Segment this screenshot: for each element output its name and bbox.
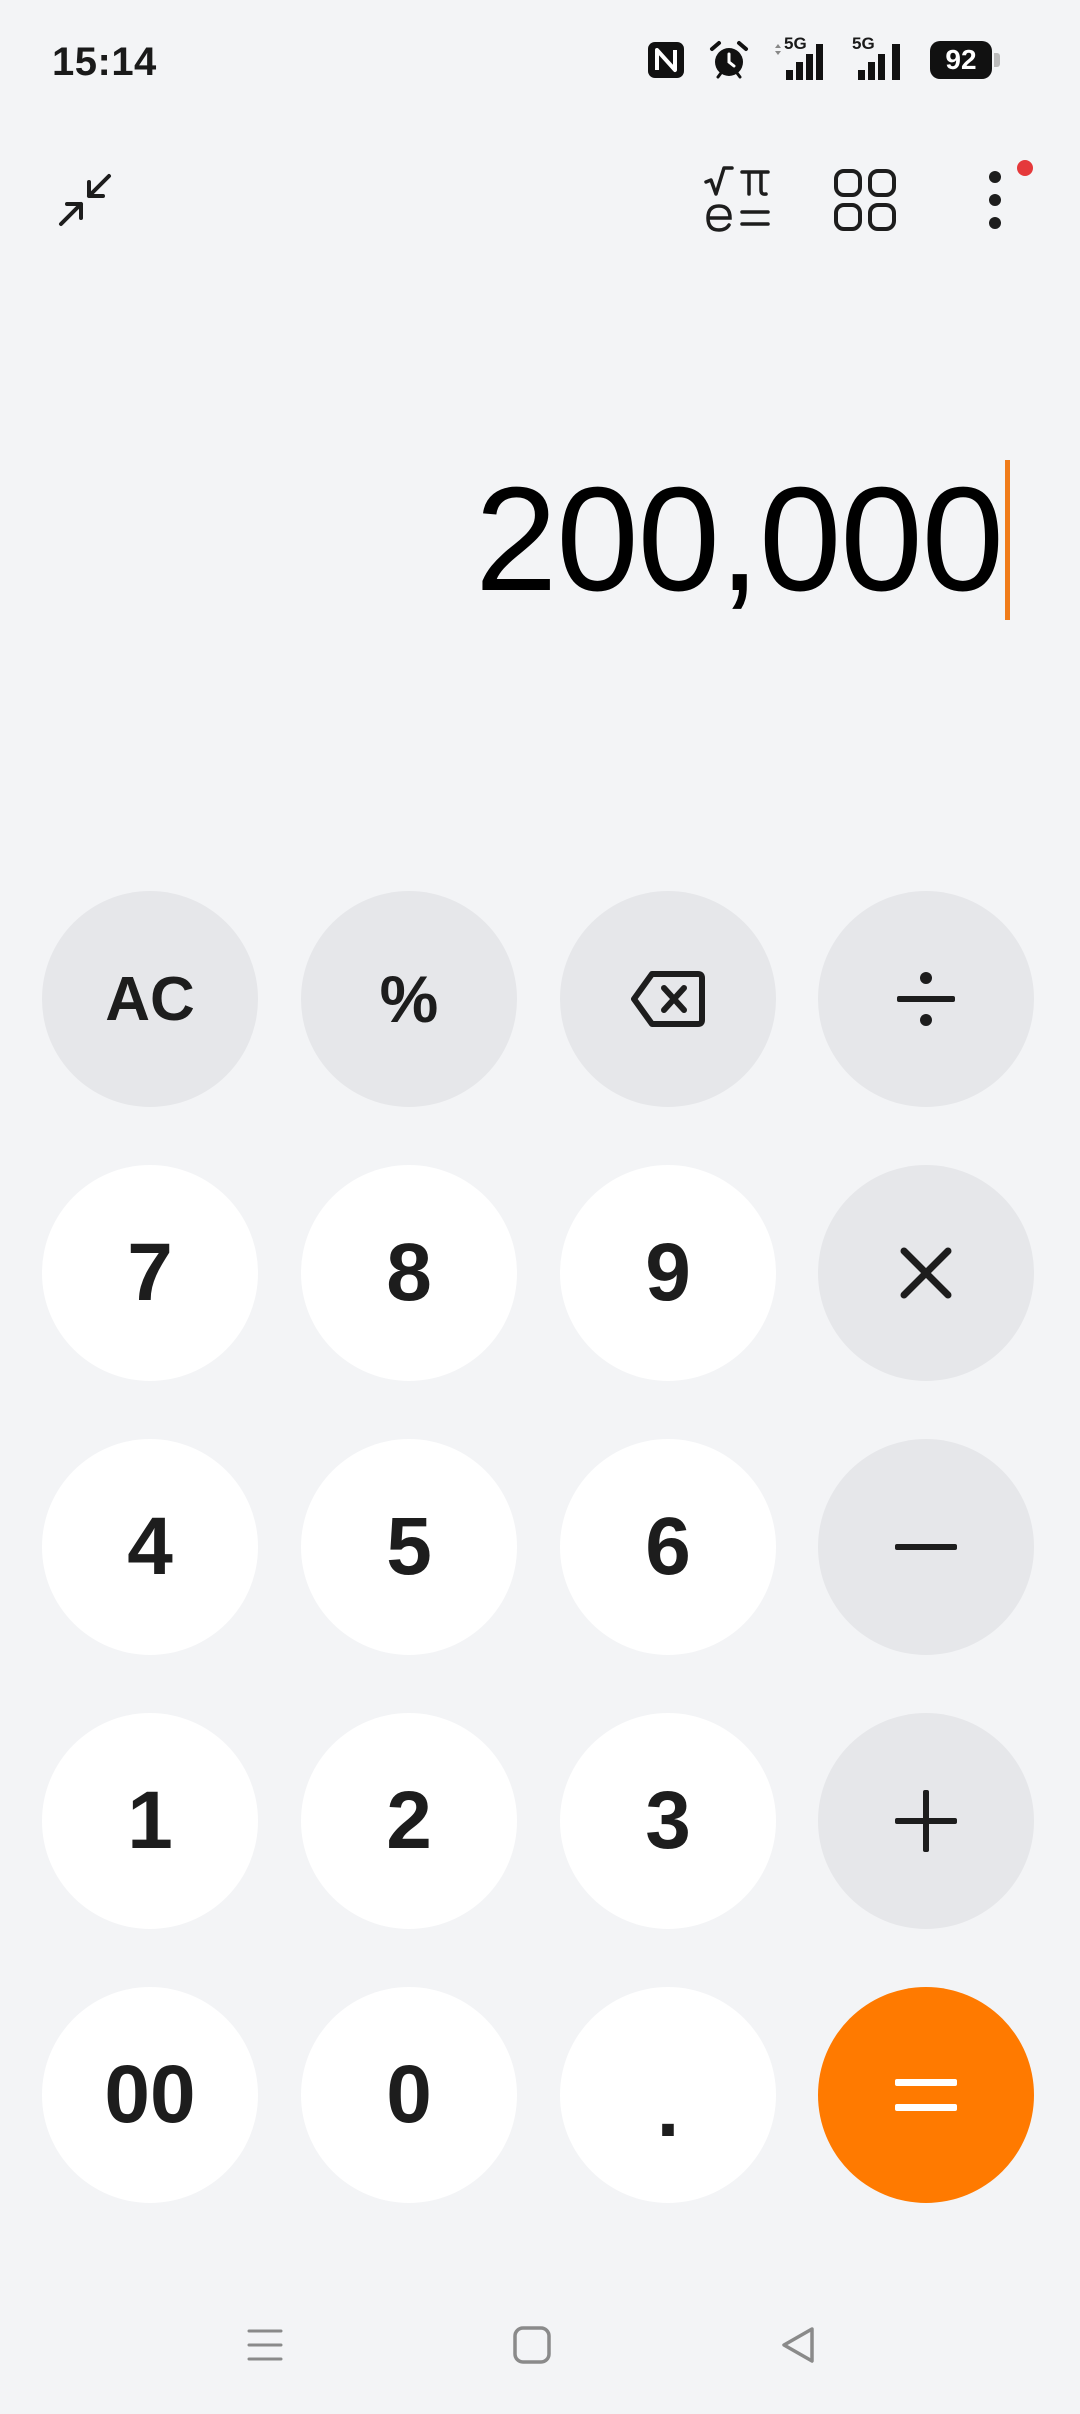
menu-icon [247,2329,283,2361]
divide-icon [897,972,955,1026]
home-button[interactable] [487,2300,577,2390]
decimal-point-button[interactable]: . [560,1987,776,2203]
scientific-mode-button[interactable] [688,150,788,250]
backspace-button[interactable] [560,891,776,1107]
signal-icon: 5G [852,34,908,82]
plus-button[interactable] [818,1713,1034,1929]
more-icon [989,171,1001,229]
notification-dot [1017,160,1033,176]
clear-button[interactable]: AC [42,891,258,1107]
multiply-button[interactable] [818,1165,1034,1381]
result-display[interactable]: 200,000 [40,450,1010,630]
decimal-point-label: . [656,2063,680,2154]
back-icon [782,2327,814,2363]
calculator-screen: 15:14 5G 5G 92 200,000 AC % 7 8 9 4 5 6 … [0,0,1080,2414]
collapse-icon [59,174,111,226]
equals-icon [895,2079,957,2111]
battery-icon: 92 [930,41,1000,79]
nfc-icon [646,40,686,80]
home-icon [513,2326,551,2364]
digit-4-button[interactable]: 4 [42,1439,258,1655]
digit-1-button[interactable]: 1 [42,1713,258,1929]
grid-icon [834,169,896,231]
plus-icon [895,1790,957,1852]
text-caret [1005,460,1010,620]
scientific-icon [704,166,770,232]
digit-0-button[interactable]: 0 [301,1987,517,2203]
multiply-icon [900,1247,952,1299]
digit-2-button[interactable]: 2 [301,1713,517,1929]
digit-9-button[interactable]: 9 [560,1165,776,1381]
digit-8-button[interactable]: 8 [301,1165,517,1381]
navigation-bar [0,2290,1080,2400]
toolbar [0,150,1080,260]
signal-icon: 5G [772,34,830,82]
minus-icon [895,1544,957,1550]
status-icons: 5G 5G 92 [646,34,1000,82]
alarm-icon [708,39,750,81]
digit-7-button[interactable]: 7 [42,1165,258,1381]
percent-button[interactable]: % [301,891,517,1107]
keypad: AC % 7 8 9 4 5 6 1 2 3 00 0 . [0,0,1080,2414]
battery-level: 92 [930,41,992,79]
recent-apps-button[interactable] [220,2300,310,2390]
equals-button[interactable] [818,1987,1034,2203]
battery-tip [994,53,1000,67]
minus-button[interactable] [818,1439,1034,1655]
divide-button[interactable] [818,891,1034,1107]
digit-6-button[interactable]: 6 [560,1439,776,1655]
digit-3-button[interactable]: 3 [560,1713,776,1929]
backspace-icon [631,971,705,1027]
back-button[interactable] [753,2300,843,2390]
double-zero-button[interactable]: 00 [42,1987,258,2203]
digit-5-button[interactable]: 5 [301,1439,517,1655]
status-time: 15:14 [52,40,157,84]
collapse-button[interactable] [35,150,135,250]
display-value[interactable]: 200,000 [475,450,1004,630]
status-bar: 15:14 5G 5G 92 [0,0,1080,130]
converter-button[interactable] [815,150,915,250]
